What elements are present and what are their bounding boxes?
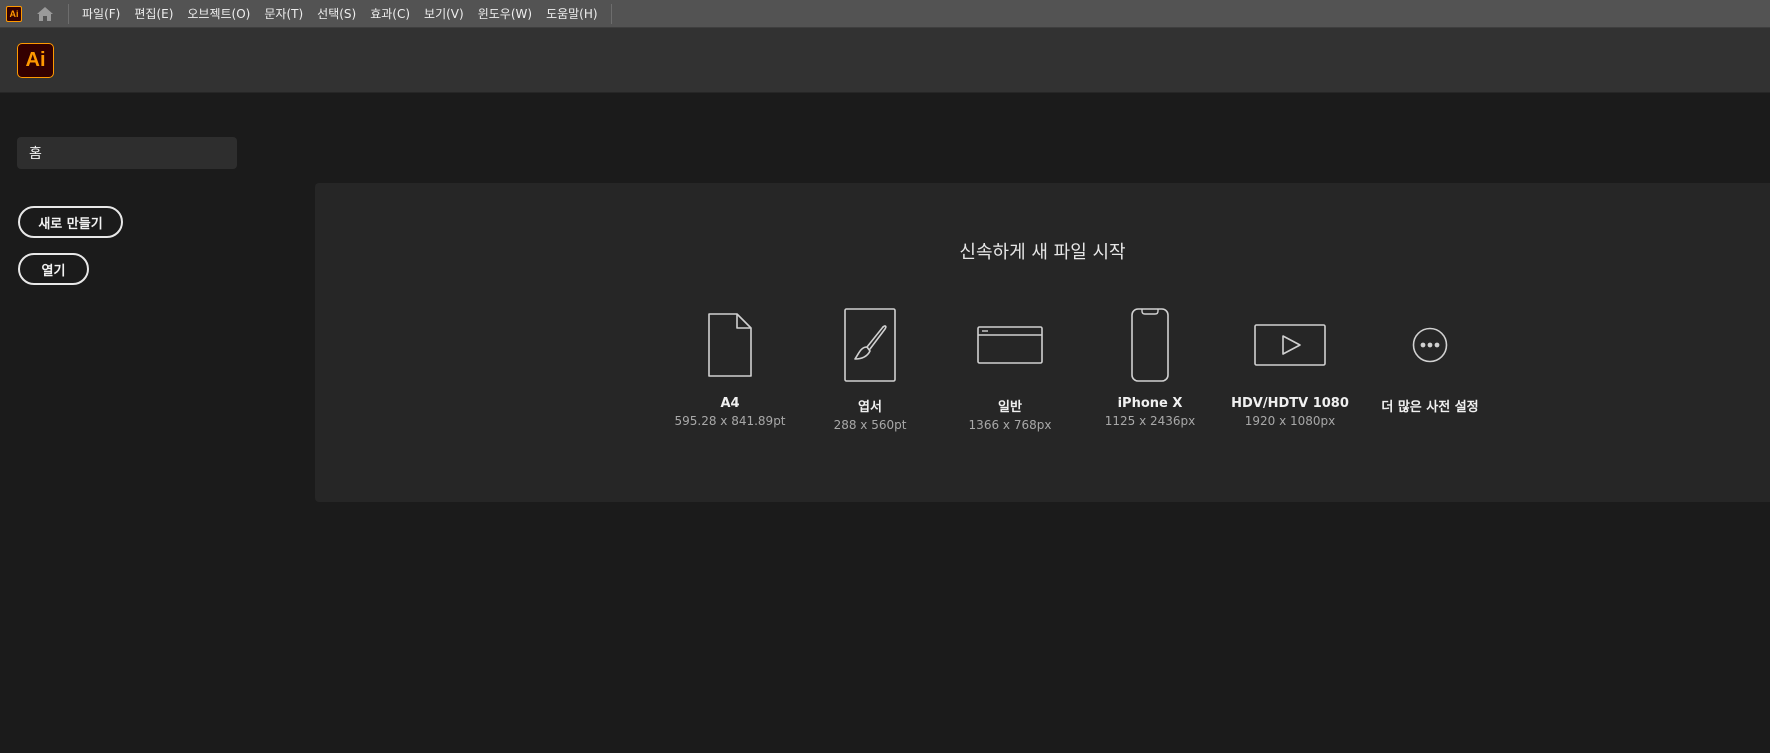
preset-name: iPhone X [1117, 396, 1183, 411]
menu-file[interactable]: 파일(F) [75, 0, 127, 28]
menu-select[interactable]: 선택(S) [310, 0, 363, 28]
menu-window[interactable]: 윈도우(W) [471, 0, 539, 28]
menu-separator [68, 3, 69, 24]
menu-view[interactable]: 보기(V) [417, 0, 471, 28]
quick-start-title: 신속하게 새 파일 시작 [959, 242, 1126, 263]
app-logo-icon: Ai [6, 5, 22, 22]
menu-edit[interactable]: 편집(E) [127, 0, 180, 28]
app-header: Ai [0, 28, 1770, 93]
preset-more[interactable]: 더 많은 사전 설정 [1360, 304, 1500, 434]
menu-type[interactable]: 문자(T) [257, 0, 310, 28]
preset-general[interactable]: 일반 1366 x 768px [940, 304, 1080, 434]
open-file-button[interactable]: 열기 [18, 253, 89, 285]
menu-help[interactable]: 도움말(H) [539, 0, 605, 28]
preset-a4[interactable]: A4 595.28 x 841.89pt [660, 304, 800, 434]
quick-start-panel: 신속하게 새 파일 시작 A4 595.28 x 841.89pt 엽서 288… [315, 183, 1770, 502]
preset-name: 엽서 [858, 400, 882, 415]
menu-object[interactable]: 오브젝트(O) [180, 0, 257, 28]
preset-dimensions: 1366 x 768px [968, 418, 1052, 432]
menu-effect[interactable]: 효과(C) [363, 0, 417, 28]
video-play-icon [1254, 324, 1326, 366]
preset-dimensions: 1920 x 1080px [1244, 414, 1336, 428]
illustrator-logo: Ai [17, 43, 54, 78]
sidebar-item-home[interactable]: 홈 [17, 137, 237, 169]
preset-iphone-x[interactable]: iPhone X 1125 x 2436px [1080, 304, 1220, 434]
home-icon[interactable] [34, 3, 56, 25]
preset-hdtv-1080[interactable]: HDV/HDTV 1080 1920 x 1080px [1220, 304, 1360, 434]
brush-page-icon [844, 308, 896, 382]
document-icon [708, 313, 752, 377]
preset-dimensions: 288 x 560pt [833, 418, 907, 432]
menu-bar: Ai 파일(F) 편집(E) 오브젝트(O) 문자(T) 선택(S) 효과(C)… [0, 0, 1770, 28]
preset-postcard[interactable]: 엽서 288 x 560pt [800, 304, 940, 434]
preset-name: HDV/HDTV 1080 [1231, 396, 1349, 411]
preset-name: 더 많은 사전 설정 [1381, 400, 1479, 415]
preset-dimensions: 595.28 x 841.89pt [674, 414, 786, 428]
more-ellipsis-icon [1412, 327, 1448, 363]
phone-icon [1131, 308, 1169, 382]
browser-window-icon [977, 326, 1043, 364]
menu-separator [610, 3, 612, 24]
preset-name: A4 [720, 396, 740, 411]
preset-name: 일반 [998, 400, 1022, 415]
new-file-button[interactable]: 새로 만들기 [18, 206, 123, 238]
preset-dimensions: 1125 x 2436px [1104, 414, 1196, 428]
